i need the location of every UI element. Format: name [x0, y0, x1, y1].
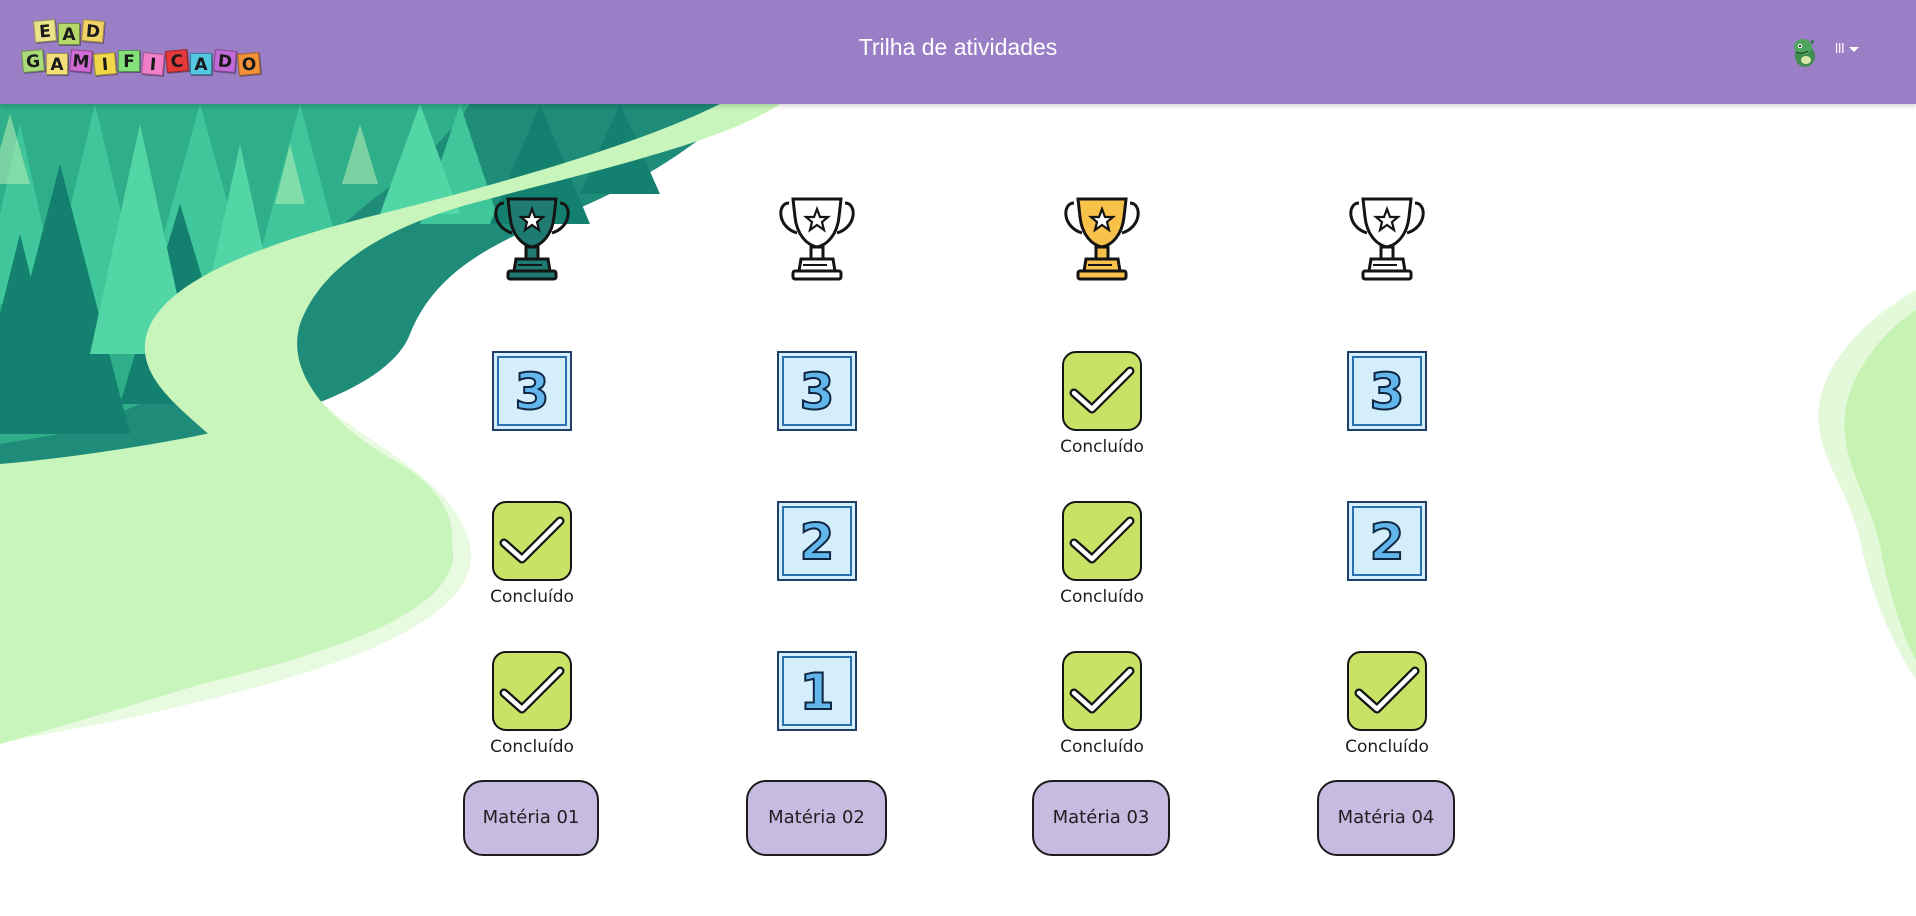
step-number: 2	[799, 512, 836, 572]
completed-label: Concluído	[1060, 737, 1144, 757]
right-leaf-decoration	[1818, 290, 1916, 680]
step-number: 3	[799, 362, 836, 422]
completed-label: Concluído	[1060, 437, 1144, 457]
number-3-icon: 3	[1347, 351, 1427, 431]
checkmark-icon	[492, 651, 572, 731]
subject-button-1[interactable]: Matéria 01	[463, 780, 599, 856]
forest-path-background	[0, 104, 780, 744]
step-number: 3	[1369, 362, 1406, 422]
subject-column-4: 3 2 Concluído	[1307, 195, 1467, 757]
activity-step-done[interactable]: Concluído	[1060, 351, 1144, 457]
number-3-icon: 3	[492, 351, 572, 431]
activity-step-pending[interactable]: 3	[777, 351, 857, 431]
activity-step-pending[interactable]: 2	[1347, 501, 1427, 581]
trophy-icon	[1022, 195, 1182, 285]
trophy-icon	[1307, 195, 1467, 285]
checkmark-icon	[1062, 351, 1142, 431]
activity-step-pending[interactable]: 3	[492, 351, 572, 431]
green-dino-avatar-icon[interactable]	[1790, 36, 1820, 68]
top-navbar: EADGAMIFICADO Trilha de atividades lll	[0, 0, 1916, 104]
completed-label: Concluído	[490, 587, 574, 607]
checkmark-icon	[492, 501, 572, 581]
activity-step-pending[interactable]: 3	[1347, 351, 1427, 431]
number-2-icon: 2	[1347, 501, 1427, 581]
subject-button-3[interactable]: Matéria 03	[1032, 780, 1170, 856]
activity-step-pending[interactable]: 1	[777, 651, 857, 731]
activity-step-done[interactable]: Concluído	[490, 651, 574, 757]
trophy-icon	[737, 195, 897, 285]
activity-step-pending[interactable]: 2	[777, 501, 857, 581]
step-number: 2	[1369, 512, 1406, 572]
completed-label: Concluído	[1345, 737, 1429, 757]
number-2-icon: 2	[777, 501, 857, 581]
step-number: 3	[514, 362, 551, 422]
checkmark-icon	[1062, 651, 1142, 731]
user-menu-dropdown[interactable]: lll	[1835, 40, 1860, 56]
activity-step-done[interactable]: Concluído	[1345, 651, 1429, 757]
subject-column-2: 3 2 1	[737, 195, 897, 731]
activity-step-done[interactable]: Concluído	[1060, 501, 1144, 607]
checkmark-icon	[1347, 651, 1427, 731]
caret-down-icon	[1849, 46, 1860, 52]
page-title: Trilha de atividades	[858, 34, 1058, 60]
activity-step-done[interactable]: Concluído	[1060, 651, 1144, 757]
step-number: 1	[799, 662, 836, 722]
checkmark-icon	[1062, 501, 1142, 581]
trophy-icon	[452, 195, 612, 285]
completed-label: Concluído	[1060, 587, 1144, 607]
user-menu-label: lll	[1835, 40, 1845, 56]
subject-button-4[interactable]: Matéria 04	[1317, 780, 1455, 856]
subject-column-1: 3 Concluído Concluído	[452, 195, 612, 757]
activity-step-done[interactable]: Concluído	[490, 501, 574, 607]
number-1-icon: 1	[777, 651, 857, 731]
subject-button-2[interactable]: Matéria 02	[746, 780, 887, 856]
completed-label: Concluído	[490, 737, 574, 757]
subject-column-3: Concluído Concluído Concluído	[1022, 195, 1182, 757]
number-3-icon: 3	[777, 351, 857, 431]
